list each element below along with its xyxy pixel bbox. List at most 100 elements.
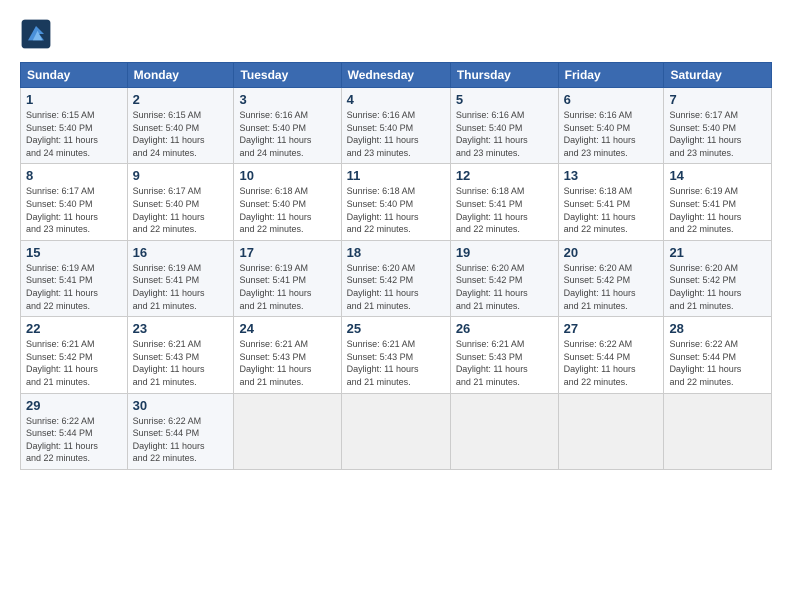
day-cell: 30 Sunrise: 6:22 AM Sunset: 5:44 PM Dayli… — [127, 393, 234, 469]
day-info: Sunrise: 6:16 AM Sunset: 5:40 PM Dayligh… — [239, 109, 335, 159]
day-cell: 13 Sunrise: 6:18 AM Sunset: 5:41 PM Dayli… — [558, 164, 664, 240]
day-number: 20 — [564, 245, 659, 260]
calendar-body: 1 Sunrise: 6:15 AM Sunset: 5:40 PM Daylig… — [21, 88, 772, 470]
day-number: 9 — [133, 168, 229, 183]
header-cell-monday: Monday — [127, 63, 234, 88]
day-cell — [341, 393, 450, 469]
day-info: Sunrise: 6:19 AM Sunset: 5:41 PM Dayligh… — [133, 262, 229, 312]
week-row-3: 15 Sunrise: 6:19 AM Sunset: 5:41 PM Dayli… — [21, 240, 772, 316]
day-number: 22 — [26, 321, 122, 336]
day-cell: 27 Sunrise: 6:22 AM Sunset: 5:44 PM Dayli… — [558, 317, 664, 393]
day-number: 30 — [133, 398, 229, 413]
day-cell: 12 Sunrise: 6:18 AM Sunset: 5:41 PM Dayli… — [450, 164, 558, 240]
day-cell: 18Sunrise: 6:20 AM Sunset: 5:42 PM Dayli… — [341, 240, 450, 316]
day-info: Sunrise: 6:15 AM Sunset: 5:40 PM Dayligh… — [26, 109, 122, 159]
day-cell: 16 Sunrise: 6:19 AM Sunset: 5:41 PM Dayli… — [127, 240, 234, 316]
day-info: Sunrise: 6:22 AM Sunset: 5:44 PM Dayligh… — [133, 415, 229, 465]
day-info: Sunrise: 6:21 AM Sunset: 5:42 PM Dayligh… — [26, 338, 122, 388]
day-info: Sunrise: 6:22 AM Sunset: 5:44 PM Dayligh… — [564, 338, 659, 388]
day-info: Sunrise: 6:20 AM Sunset: 5:42 PM Dayligh… — [564, 262, 659, 312]
header-cell-sunday: Sunday — [21, 63, 128, 88]
day-cell — [558, 393, 664, 469]
day-number: 27 — [564, 321, 659, 336]
logo-icon — [20, 18, 52, 50]
day-number: 6 — [564, 92, 659, 107]
header-cell-wednesday: Wednesday — [341, 63, 450, 88]
day-info: Sunrise: 6:17 AM Sunset: 5:40 PM Dayligh… — [669, 109, 766, 159]
day-number: 19 — [456, 245, 553, 260]
day-info: Sunrise: 6:19 AM Sunset: 5:41 PM Dayligh… — [239, 262, 335, 312]
day-number: 26 — [456, 321, 553, 336]
week-row-5: 29 Sunrise: 6:22 AM Sunset: 5:44 PM Dayli… — [21, 393, 772, 469]
day-number: 12 — [456, 168, 553, 183]
day-number: 11 — [347, 168, 445, 183]
day-info: Sunrise: 6:18 AM Sunset: 5:41 PM Dayligh… — [564, 185, 659, 235]
day-info: Sunrise: 6:18 AM Sunset: 5:40 PM Dayligh… — [347, 185, 445, 235]
day-info: Sunrise: 6:21 AM Sunset: 5:43 PM Dayligh… — [239, 338, 335, 388]
day-number: 18 — [347, 245, 445, 260]
day-number: 13 — [564, 168, 659, 183]
calendar-table: SundayMondayTuesdayWednesdayThursdayFrid… — [20, 62, 772, 470]
day-number: 2 — [133, 92, 229, 107]
day-number: 16 — [133, 245, 229, 260]
day-info: Sunrise: 6:16 AM Sunset: 5:40 PM Dayligh… — [456, 109, 553, 159]
header — [20, 18, 772, 50]
day-number: 28 — [669, 321, 766, 336]
day-info: Sunrise: 6:21 AM Sunset: 5:43 PM Dayligh… — [456, 338, 553, 388]
day-cell: 23Sunrise: 6:21 AM Sunset: 5:43 PM Dayli… — [127, 317, 234, 393]
day-number: 4 — [347, 92, 445, 107]
day-info: Sunrise: 6:22 AM Sunset: 5:44 PM Dayligh… — [26, 415, 122, 465]
day-info: Sunrise: 6:20 AM Sunset: 5:42 PM Dayligh… — [456, 262, 553, 312]
day-cell: 3Sunrise: 6:16 AM Sunset: 5:40 PM Daylig… — [234, 88, 341, 164]
day-info: Sunrise: 6:20 AM Sunset: 5:42 PM Dayligh… — [669, 262, 766, 312]
calendar-header: SundayMondayTuesdayWednesdayThursdayFrid… — [21, 63, 772, 88]
day-cell: 6Sunrise: 6:16 AM Sunset: 5:40 PM Daylig… — [558, 88, 664, 164]
day-cell: 11 Sunrise: 6:18 AM Sunset: 5:40 PM Dayli… — [341, 164, 450, 240]
header-cell-thursday: Thursday — [450, 63, 558, 88]
header-row: SundayMondayTuesdayWednesdayThursdayFrid… — [21, 63, 772, 88]
day-cell — [450, 393, 558, 469]
day-info: Sunrise: 6:18 AM Sunset: 5:41 PM Dayligh… — [456, 185, 553, 235]
day-cell: 22 Sunrise: 6:21 AM Sunset: 5:42 PM Dayli… — [21, 317, 128, 393]
day-cell: 14Sunrise: 6:19 AM Sunset: 5:41 PM Dayli… — [664, 164, 772, 240]
day-cell: 29 Sunrise: 6:22 AM Sunset: 5:44 PM Dayli… — [21, 393, 128, 469]
day-info: Sunrise: 6:17 AM Sunset: 5:40 PM Dayligh… — [133, 185, 229, 235]
day-cell: 8Sunrise: 6:17 AM Sunset: 5:40 PM Daylig… — [21, 164, 128, 240]
day-cell: 7 Sunrise: 6:17 AM Sunset: 5:40 PM Daylig… — [664, 88, 772, 164]
day-cell: 26 Sunrise: 6:21 AM Sunset: 5:43 PM Dayli… — [450, 317, 558, 393]
day-cell: 1 Sunrise: 6:15 AM Sunset: 5:40 PM Daylig… — [21, 88, 128, 164]
day-cell: 10 Sunrise: 6:18 AM Sunset: 5:40 PM Dayli… — [234, 164, 341, 240]
logo — [20, 18, 56, 50]
day-cell: 21 Sunrise: 6:20 AM Sunset: 5:42 PM Dayli… — [664, 240, 772, 316]
day-number: 24 — [239, 321, 335, 336]
day-number: 21 — [669, 245, 766, 260]
day-info: Sunrise: 6:22 AM Sunset: 5:44 PM Dayligh… — [669, 338, 766, 388]
day-number: 23 — [133, 321, 229, 336]
day-info: Sunrise: 6:21 AM Sunset: 5:43 PM Dayligh… — [347, 338, 445, 388]
day-cell: 5Sunrise: 6:16 AM Sunset: 5:40 PM Daylig… — [450, 88, 558, 164]
day-number: 7 — [669, 92, 766, 107]
header-cell-tuesday: Tuesday — [234, 63, 341, 88]
header-cell-friday: Friday — [558, 63, 664, 88]
day-cell: 2Sunrise: 6:15 AM Sunset: 5:40 PM Daylig… — [127, 88, 234, 164]
header-cell-saturday: Saturday — [664, 63, 772, 88]
day-number: 1 — [26, 92, 122, 107]
week-row-1: 1 Sunrise: 6:15 AM Sunset: 5:40 PM Daylig… — [21, 88, 772, 164]
day-number: 10 — [239, 168, 335, 183]
day-cell: 25Sunrise: 6:21 AM Sunset: 5:43 PM Dayli… — [341, 317, 450, 393]
day-cell — [664, 393, 772, 469]
day-cell: 9 Sunrise: 6:17 AM Sunset: 5:40 PM Daylig… — [127, 164, 234, 240]
day-cell: 24 Sunrise: 6:21 AM Sunset: 5:43 PM Dayli… — [234, 317, 341, 393]
day-number: 29 — [26, 398, 122, 413]
day-cell: 28 Sunrise: 6:22 AM Sunset: 5:44 PM Dayli… — [664, 317, 772, 393]
day-number: 15 — [26, 245, 122, 260]
week-row-2: 8 Sunrise: 6:17 AM Sunset: 5:40 PM Daylig… — [21, 164, 772, 240]
day-info: Sunrise: 6:18 AM Sunset: 5:40 PM Dayligh… — [239, 185, 335, 235]
day-info: Sunrise: 6:16 AM Sunset: 5:40 PM Dayligh… — [347, 109, 445, 159]
day-cell: 17Sunrise: 6:19 AM Sunset: 5:41 PM Dayli… — [234, 240, 341, 316]
day-info: Sunrise: 6:19 AM Sunset: 5:41 PM Dayligh… — [26, 262, 122, 312]
day-cell — [234, 393, 341, 469]
day-cell: 4 Sunrise: 6:16 AM Sunset: 5:40 PM Daylig… — [341, 88, 450, 164]
day-number: 8 — [26, 168, 122, 183]
day-cell: 20 Sunrise: 6:20 AM Sunset: 5:42 PM Dayli… — [558, 240, 664, 316]
